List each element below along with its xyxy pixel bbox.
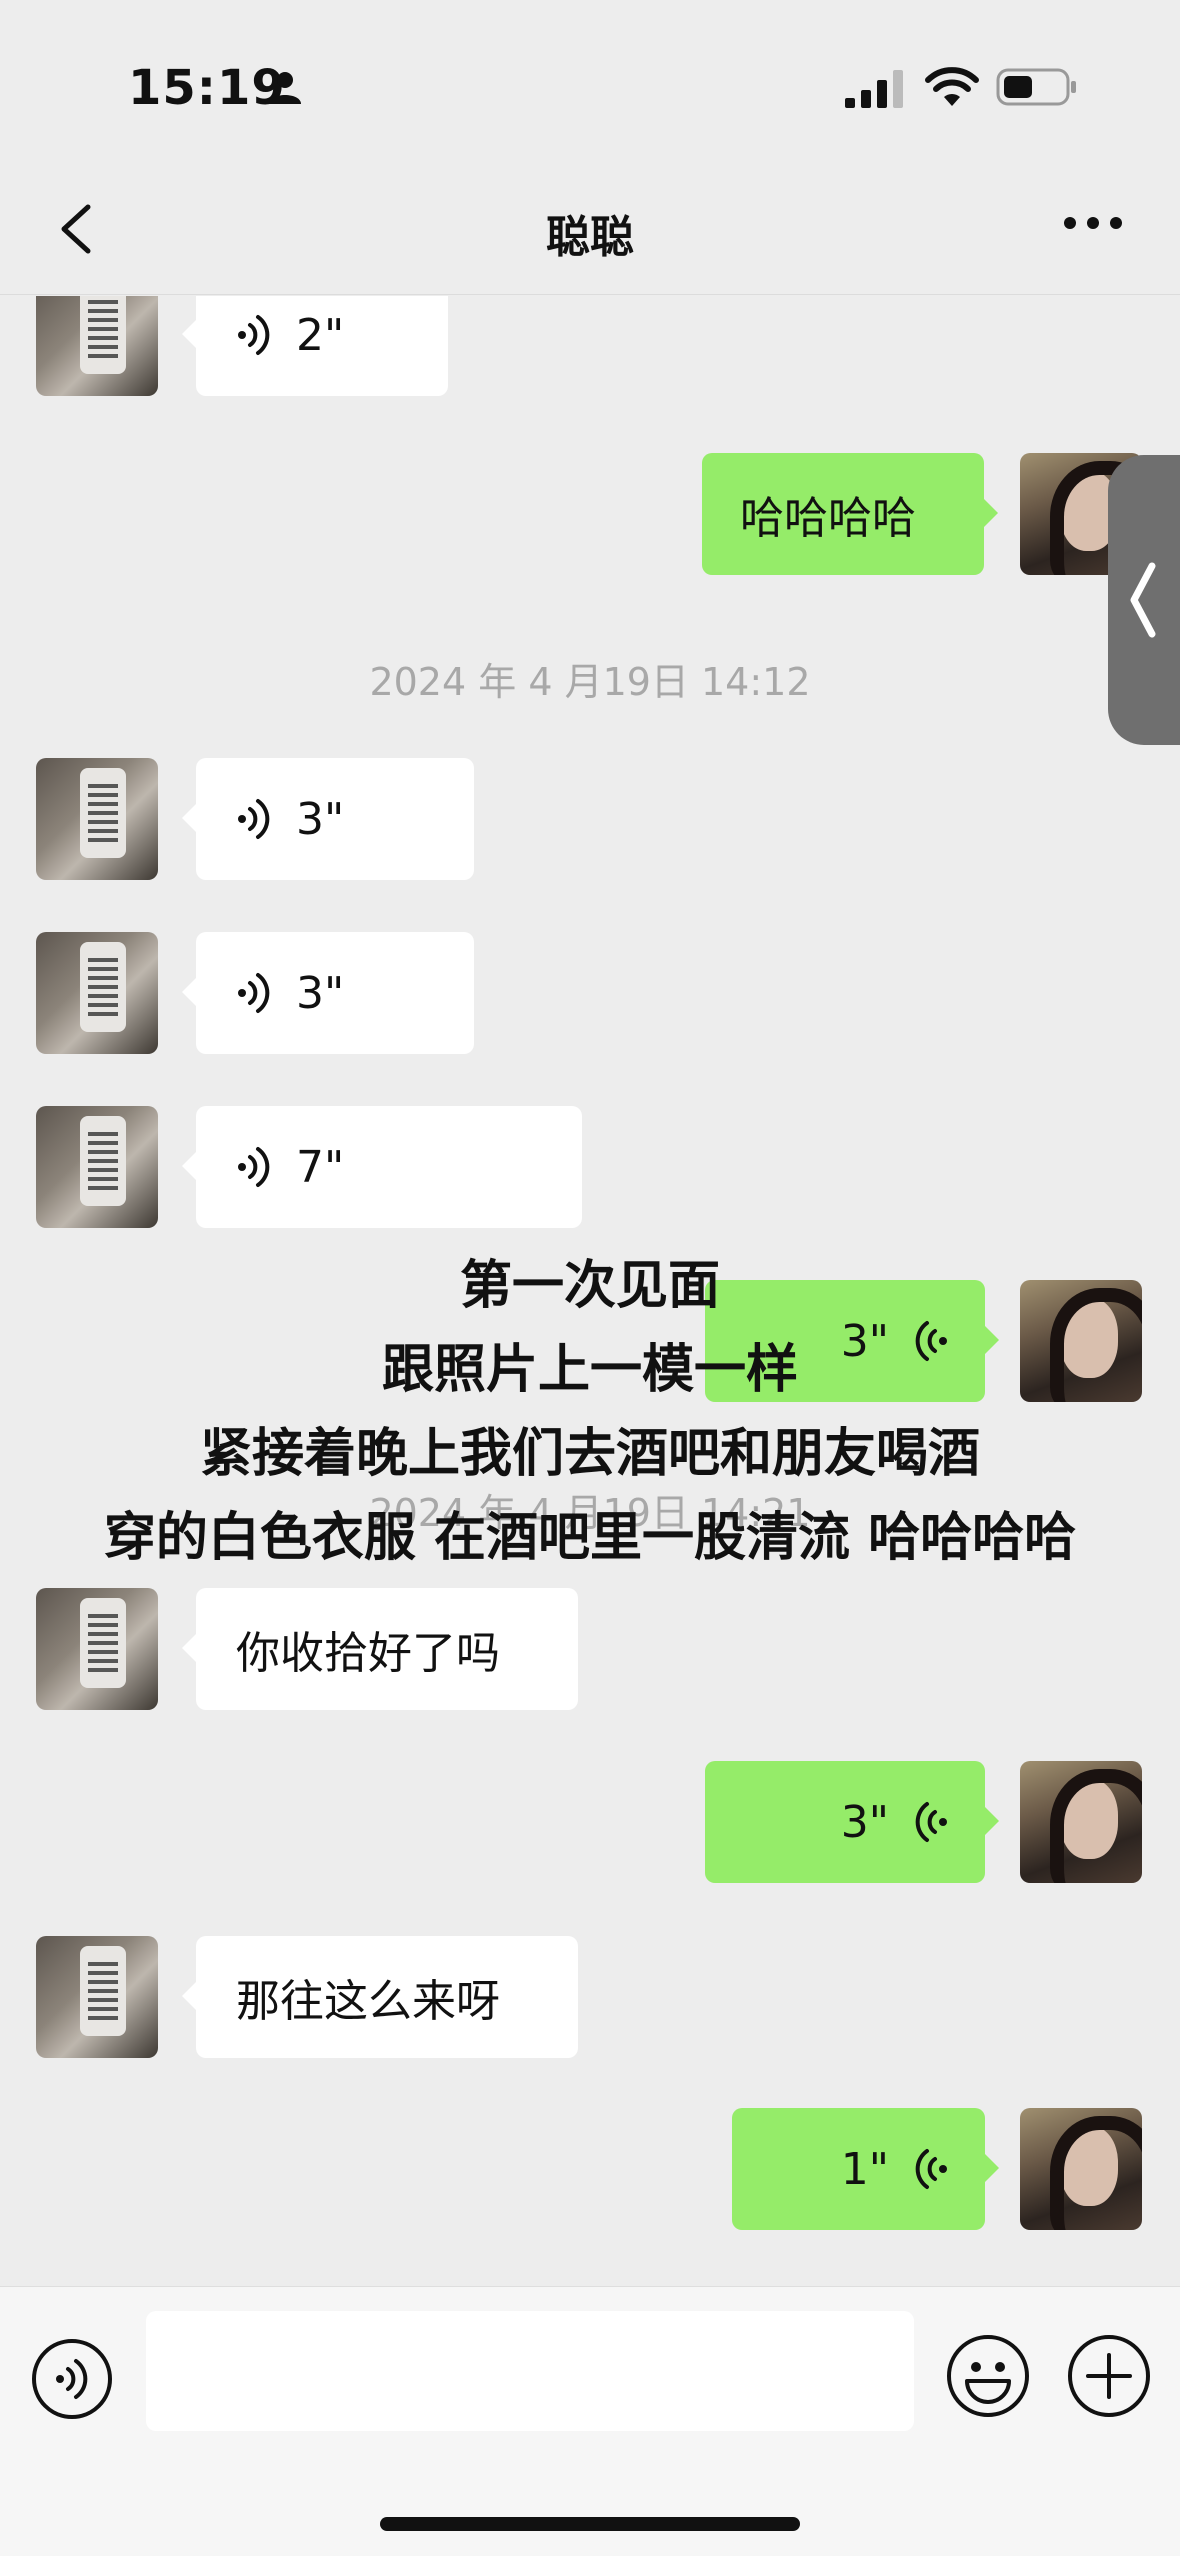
- person-icon: [269, 72, 301, 104]
- emoji-icon[interactable]: [945, 2333, 1031, 2419]
- voice-duration: 1": [840, 2143, 889, 2195]
- contact-avatar[interactable]: [36, 758, 158, 880]
- contact-avatar[interactable]: [36, 1588, 158, 1710]
- message-text: 哈哈哈哈: [740, 493, 916, 544]
- battery-icon: [996, 68, 1076, 106]
- chat-header: 聪聪: [0, 175, 1180, 295]
- voice-message-incoming[interactable]: 7": [182, 1106, 582, 1228]
- voice-duration: 3": [296, 793, 345, 845]
- chevron-left-icon: [1130, 562, 1156, 638]
- caption-line: 第一次见面: [459, 1256, 720, 1316]
- caption-line: 穿的白色衣服 在酒吧里一股清流 哈哈哈哈: [103, 1508, 1077, 1568]
- message-timestamp: 2024 年 4 月19日 14:12: [369, 660, 811, 704]
- text-message-outgoing[interactable]: 哈哈哈哈: [702, 453, 998, 575]
- message-text: 你收拾好了吗: [236, 1628, 500, 1679]
- contact-avatar[interactable]: [36, 1936, 158, 2058]
- voice-duration: 3": [296, 967, 345, 1019]
- voice-message-outgoing[interactable]: 1": [732, 2108, 999, 2230]
- voice-wave-icon: [238, 1147, 270, 1187]
- voice-duration: 2": [296, 309, 345, 361]
- voice-message-incoming[interactable]: 3": [182, 758, 474, 880]
- contact-avatar[interactable]: [36, 1106, 158, 1228]
- voice-message-incoming[interactable]: 2": [182, 296, 448, 396]
- voice-duration: 7": [296, 1141, 345, 1193]
- voice-duration: 3": [840, 1796, 889, 1848]
- side-collapse-tab[interactable]: [1108, 455, 1180, 745]
- text-message-incoming[interactable]: 你收拾好了吗: [182, 1588, 578, 1710]
- signal-icon: [845, 70, 903, 108]
- my-avatar[interactable]: [1020, 2108, 1142, 2230]
- voice-wave-icon: [915, 1802, 947, 1842]
- message-text: 那往这么来呀: [236, 1976, 500, 2027]
- contact-avatar[interactable]: [36, 932, 158, 1054]
- home-indicator: [380, 2517, 800, 2531]
- text-message-incoming[interactable]: 那往这么来呀: [182, 1936, 578, 2058]
- status-bar: 15:19: [0, 0, 1180, 175]
- voice-message-outgoing[interactable]: 3": [705, 1761, 999, 1883]
- voice-wave-icon: [915, 2149, 947, 2189]
- voice-wave-icon: [238, 315, 270, 355]
- voice-mode-icon[interactable]: [30, 2337, 114, 2421]
- contact-avatar[interactable]: [36, 296, 158, 396]
- caption-line: 紧接着晚上我们去酒吧和朋友喝酒: [199, 1424, 980, 1484]
- my-avatar[interactable]: [1020, 1761, 1142, 1883]
- voice-message-incoming[interactable]: 3": [182, 932, 474, 1054]
- chat-title: 聪聪: [546, 212, 634, 263]
- voice-wave-icon: [238, 973, 270, 1013]
- caption-line: 跟照片上一模一样: [381, 1340, 798, 1400]
- input-bar: [0, 2286, 1180, 2556]
- plus-icon[interactable]: [1066, 2333, 1152, 2419]
- voice-wave-icon: [238, 799, 270, 839]
- message-input[interactable]: [146, 2311, 914, 2431]
- ellipsis-icon[interactable]: [1060, 213, 1126, 233]
- wifi-icon: [925, 67, 979, 106]
- status-time: 15:19: [128, 60, 286, 116]
